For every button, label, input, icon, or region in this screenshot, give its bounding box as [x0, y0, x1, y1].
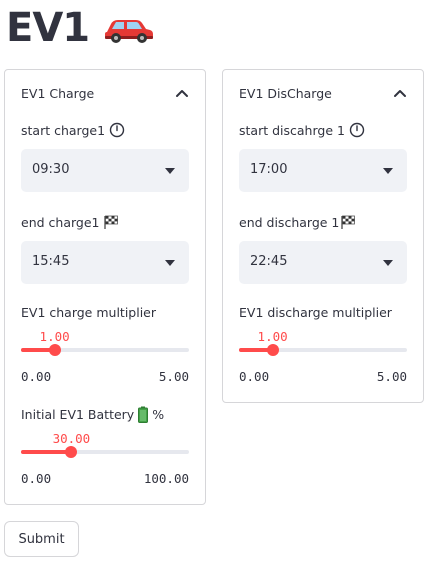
- caret-down-icon: [383, 168, 393, 174]
- slider-min: 0.00: [21, 369, 52, 384]
- slider-min: 0.00: [21, 471, 52, 486]
- start-charge-label: start charge1: [21, 122, 125, 138]
- start-discharge-value: 17:00: [250, 162, 288, 177]
- slider-value: 30.00: [52, 431, 91, 446]
- chevron-up-icon[interactable]: [175, 87, 189, 99]
- charge-multiplier-label: EV1 charge multiplier: [21, 305, 156, 320]
- clock-icon: [109, 122, 125, 138]
- checkered-flag-icon: [341, 215, 356, 229]
- end-discharge-select[interactable]: 22:45: [239, 241, 407, 284]
- page-title-text: EV1: [6, 5, 90, 51]
- clock-icon: [349, 122, 365, 138]
- charge-multiplier-label-text: EV1 charge multiplier: [21, 305, 157, 320]
- slider-max: 5.00: [376, 369, 407, 384]
- end-discharge-label: end discharge 1: [239, 214, 356, 230]
- discharge-panel: EV1 DisCharge start discahrge 1 17:00 en…: [222, 69, 424, 403]
- end-charge-label: end charge1: [21, 214, 119, 230]
- checkered-flag-icon: [104, 215, 119, 229]
- slider-value: 1.00: [39, 329, 70, 344]
- end-discharge-value: 22:45: [250, 254, 288, 269]
- caret-down-icon: [165, 260, 175, 266]
- battery-label: Initial EV1 Battery %: [21, 406, 164, 423]
- slider-thumb[interactable]: [266, 344, 279, 356]
- discharge-multiplier-label-text: EV1 discharge multiplier: [239, 305, 392, 320]
- car-icon: [105, 20, 154, 43]
- end-charge-select[interactable]: 15:45: [21, 241, 189, 284]
- start-discharge-select[interactable]: 17:00: [239, 149, 407, 192]
- discharge-multiplier-slider[interactable]: 1.00: [239, 329, 407, 369]
- battery-label-text: Initial EV1 Battery: [21, 407, 135, 422]
- battery-slider[interactable]: 30.00: [21, 431, 189, 471]
- start-discharge-label-text: start discahrge 1: [239, 122, 345, 138]
- slider-fill: [21, 450, 72, 454]
- start-charge-select[interactable]: 09:30: [21, 149, 189, 192]
- charge-multiplier-slider[interactable]: 1.00: [21, 329, 189, 369]
- charge-panel-title: EV1 Charge: [21, 86, 95, 101]
- slider-min: 0.00: [239, 369, 270, 384]
- slider-max: 5.00: [158, 369, 189, 384]
- page-title: EV1: [6, 4, 155, 52]
- end-charge-label-text: end charge1: [21, 214, 100, 230]
- caret-down-icon: [383, 260, 393, 266]
- slider-thumb[interactable]: [65, 446, 78, 458]
- start-charge-value: 09:30: [32, 162, 70, 177]
- battery-icon: [138, 406, 149, 423]
- discharge-multiplier-label: EV1 discharge multiplier: [239, 305, 392, 320]
- submit-button[interactable]: Submit: [4, 521, 79, 557]
- end-discharge-label-text: end discharge 1: [239, 214, 340, 230]
- end-charge-value: 15:45: [32, 254, 70, 269]
- charge-panel: EV1 Charge start charge1 09:30 end charg…: [4, 69, 206, 505]
- battery-suffix: %: [152, 407, 165, 422]
- start-discharge-label: start discahrge 1: [239, 122, 365, 138]
- slider-max: 100.00: [143, 471, 189, 486]
- start-charge-label-text: start charge1: [21, 122, 106, 138]
- caret-down-icon: [165, 168, 175, 174]
- slider-thumb[interactable]: [48, 344, 61, 356]
- slider-value: 1.00: [257, 329, 288, 344]
- discharge-panel-title: EV1 DisCharge: [239, 86, 332, 101]
- chevron-up-icon[interactable]: [393, 87, 407, 99]
